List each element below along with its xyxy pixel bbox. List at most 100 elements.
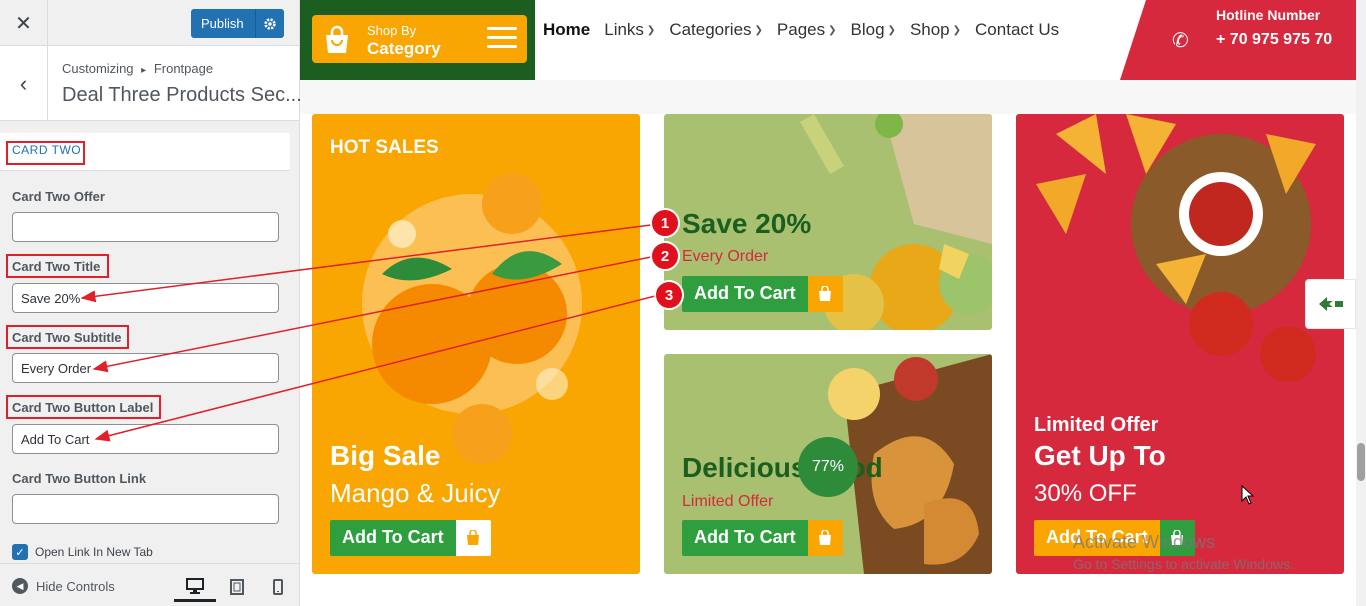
hotline-number: + 70 975 975 70 — [1216, 31, 1333, 48]
orange-juice-image — [362, 174, 582, 464]
nav-categories[interactable]: Categories ❯ — [669, 20, 763, 40]
breadcrumb-separator: ▸ — [141, 65, 147, 76]
progress-badge: 77% — [798, 437, 858, 497]
desktop-icon — [186, 577, 204, 594]
scrollbar-track[interactable] — [1356, 0, 1366, 606]
mobile-icon — [273, 579, 283, 595]
customizer-footer: ◀ Hide Controls — [0, 563, 299, 606]
card-subtitle: Limited Offer — [682, 493, 774, 510]
close-customizer-button[interactable]: ✕ — [0, 0, 48, 46]
checkbox-label: Open Link In New Tab — [35, 545, 153, 559]
add-to-cart-button[interactable]: Add To Cart — [330, 520, 491, 556]
scrollbar-thumb[interactable] — [1357, 443, 1365, 481]
chevron-down-icon: ❯ — [754, 24, 763, 36]
close-icon: ✕ — [15, 12, 32, 35]
card-tag: HOT SALES — [330, 137, 439, 158]
marker-number: 3 — [664, 286, 674, 304]
nav-pages[interactable]: Pages ❯ — [777, 20, 837, 40]
card-subtitle: Mango & Juicy — [330, 478, 501, 508]
annotation-box — [6, 395, 161, 419]
nav-label: Blog — [850, 20, 885, 39]
customizer-panel: ✕ Publish ‹ Customizing ▸ Frontpage Deal… — [0, 0, 302, 606]
nav-label: Shop — [909, 20, 950, 39]
field-label-offer: Card Two Offer — [12, 189, 105, 204]
nachos-image — [1036, 114, 1316, 382]
chevron-down-icon: ❯ — [828, 24, 837, 36]
card-subtitle: Every Order — [682, 248, 769, 265]
shop-by-category-button[interactable]: Shop By Category — [312, 15, 527, 63]
back-button[interactable]: ‹ — [0, 46, 48, 121]
card-two-title-input[interactable] — [12, 283, 279, 313]
hotline-title: Hotline Number — [1216, 7, 1321, 23]
tablet-icon — [230, 579, 244, 595]
card-two-offer-input[interactable] — [12, 212, 279, 242]
site-preview: Shop By Category Home Links ❯ Categories ❯… — [300, 0, 1356, 606]
shopping-bag-icon — [455, 520, 491, 556]
nav-blog[interactable]: Blog ❯ — [851, 20, 896, 40]
chevron-left-icon: ‹ — [19, 70, 28, 96]
breadcrumb-root: Customizing — [62, 61, 134, 76]
shop-by-label: Shop By — [367, 23, 417, 38]
hotline-box: ✆ Hotline Number + 70 975 975 70 — [1120, 0, 1356, 80]
gear-icon[interactable] — [255, 9, 284, 38]
chevron-down-icon: ❯ — [646, 24, 656, 36]
card-two-button-link-input[interactable] — [12, 494, 279, 524]
deal-card-one[interactable]: HOT SALES Big Sale Mango & Juicy Add To … — [312, 114, 640, 574]
hide-controls-button[interactable]: ◀ Hide Controls — [12, 578, 115, 594]
collapse-icon: ◀ — [12, 578, 28, 594]
arrow-left-icon — [1318, 297, 1343, 311]
card-subtitle: Limited Offer — [1034, 414, 1159, 436]
card-title: Big Sale — [330, 440, 441, 471]
publish-label: Publish — [201, 16, 244, 31]
card-title: Get Up To — [1034, 440, 1166, 471]
card-offer: 30% OFF — [1034, 480, 1137, 507]
mouse-cursor-icon — [1241, 485, 1255, 505]
breadcrumb: Customizing ▸ Frontpage — [62, 61, 213, 76]
menu-icon — [487, 27, 517, 54]
field-label-button-link: Card Two Button Link — [12, 471, 147, 486]
windows-activation-watermark: Activate Windows Go to Settings to activ… — [1073, 532, 1294, 572]
nav-label: Links — [604, 20, 644, 39]
nav-label: Pages — [776, 20, 826, 39]
nav-home[interactable]: Home — [543, 20, 590, 40]
add-to-cart-label: Add To Cart — [330, 520, 456, 556]
breadcrumb-parent: Frontpage — [153, 61, 214, 76]
tablet-preview-button[interactable] — [216, 572, 258, 602]
nav-label: Contact Us — [975, 20, 1060, 39]
side-toggle-button[interactable] — [1305, 279, 1356, 329]
phone-icon: ✆ — [1172, 30, 1189, 52]
nav-label: Home — [543, 20, 591, 39]
desktop-preview-button[interactable] — [174, 572, 216, 602]
annotation-box — [6, 141, 85, 165]
annotation-marker-1: 1 — [650, 208, 680, 238]
category-bar: Shop By Category — [300, 0, 535, 80]
publish-button[interactable]: Publish — [191, 9, 284, 38]
marker-number: 2 — [660, 247, 670, 265]
hotline-corner — [1120, 0, 1146, 80]
hide-controls-label: Hide Controls — [36, 578, 115, 594]
nav-contact[interactable]: Contact Us — [975, 20, 1059, 40]
add-to-cart-button[interactable]: Add To Cart — [682, 520, 843, 556]
open-new-tab-checkbox[interactable]: ✓ — [12, 544, 28, 560]
mobile-preview-button[interactable] — [257, 572, 299, 602]
card-two-button-label-input[interactable] — [12, 424, 279, 454]
customizer-topbar: ✕ Publish — [0, 0, 299, 46]
card-two-subtitle-input[interactable] — [12, 353, 279, 383]
nav-links[interactable]: Links ❯ — [604, 20, 655, 40]
annotation-box — [6, 325, 129, 349]
section-band — [300, 80, 1356, 114]
add-to-cart-button[interactable]: Add To Cart — [682, 276, 843, 312]
watermark-line1: Activate Windows — [1073, 532, 1216, 552]
add-to-cart-label: Add To Cart — [682, 520, 808, 556]
annotation-box — [6, 254, 109, 278]
section-title: Deal Three Products Sec... — [62, 84, 302, 106]
watermark-line2: Go to Settings to activate Windows. — [1073, 556, 1294, 572]
chevron-down-icon: ❯ — [887, 24, 896, 36]
category-label: Category — [367, 39, 441, 58]
deal-card-three[interactable]: Delicious Food 77% Limited Offer Add To … — [664, 354, 992, 574]
deal-card-two[interactable]: Save 20% Every Order Add To Cart — [664, 114, 992, 330]
nav-label: Categories — [669, 20, 752, 39]
progress-value: 77% — [811, 458, 845, 475]
nav-shop[interactable]: Shop ❯ — [910, 20, 961, 40]
deal-card-four[interactable]: Limited Offer Get Up To 30% OFF Add To C… — [1016, 114, 1344, 574]
